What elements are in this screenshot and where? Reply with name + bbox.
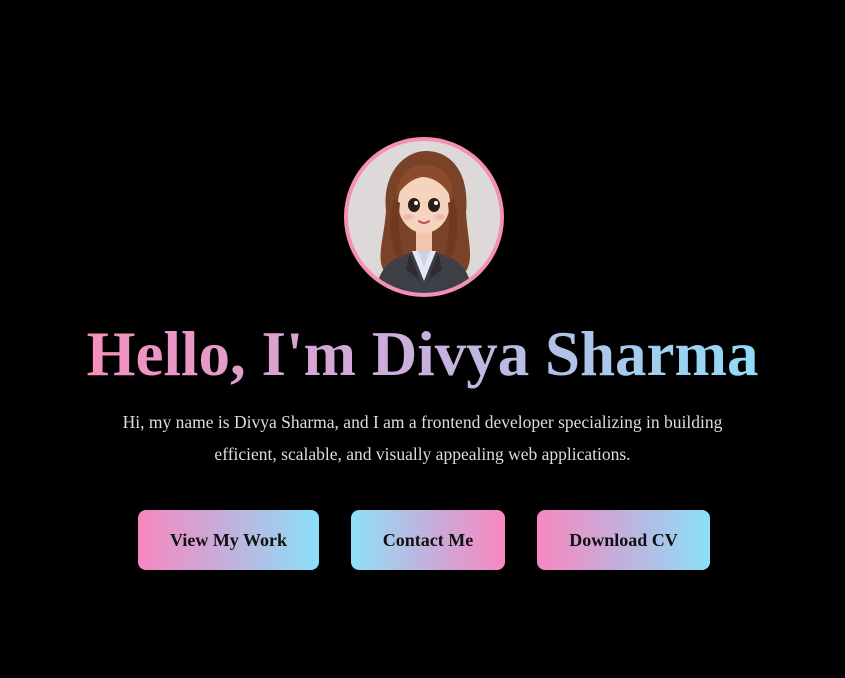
avatar-illustration <box>348 141 500 293</box>
avatar <box>344 137 504 297</box>
page-title: Hello, I'm Divya Sharma <box>0 316 845 392</box>
intro-text: Hi, my name is Divya Sharma, and I am a … <box>122 412 723 464</box>
download-cv-button[interactable]: Download CV <box>537 510 710 570</box>
contact-me-button[interactable]: Contact Me <box>351 510 505 570</box>
view-my-work-button[interactable]: View My Work <box>138 510 319 570</box>
hero-section: Hello, I'm Divya Sharma Hi, my name is D… <box>0 0 845 678</box>
page-title-text: Hello, I'm Divya Sharma <box>86 319 759 389</box>
